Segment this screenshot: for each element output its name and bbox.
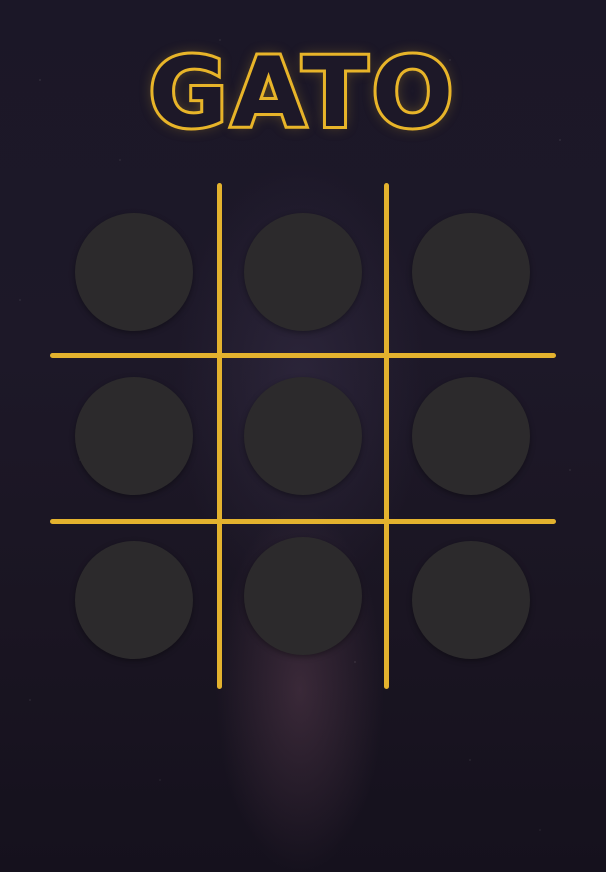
board-cell-3[interactable] (412, 213, 530, 331)
board-cell-8[interactable] (244, 537, 362, 655)
grid-line-vertical-2 (384, 183, 389, 689)
cell-mark (75, 213, 193, 331)
cell-mark (244, 213, 362, 331)
tic-tac-toe-board (50, 183, 556, 689)
cell-mark (412, 213, 530, 331)
board-cell-7[interactable] (75, 541, 193, 659)
board-cell-9[interactable] (412, 541, 530, 659)
board-cell-5[interactable] (244, 377, 362, 495)
cell-mark (75, 541, 193, 659)
grid-line-horizontal-1 (50, 353, 556, 358)
cell-mark (244, 537, 362, 655)
cell-mark (412, 541, 530, 659)
game-title: GATO (146, 35, 458, 151)
grid-line-vertical-1 (217, 183, 222, 689)
cell-mark (244, 377, 362, 495)
cell-mark (412, 377, 530, 495)
board-cell-6[interactable] (412, 377, 530, 495)
grid-line-horizontal-2 (50, 519, 556, 524)
cell-mark (75, 377, 193, 495)
board-cell-2[interactable] (244, 213, 362, 331)
board-cell-4[interactable] (75, 377, 193, 495)
board-cell-1[interactable] (75, 213, 193, 331)
